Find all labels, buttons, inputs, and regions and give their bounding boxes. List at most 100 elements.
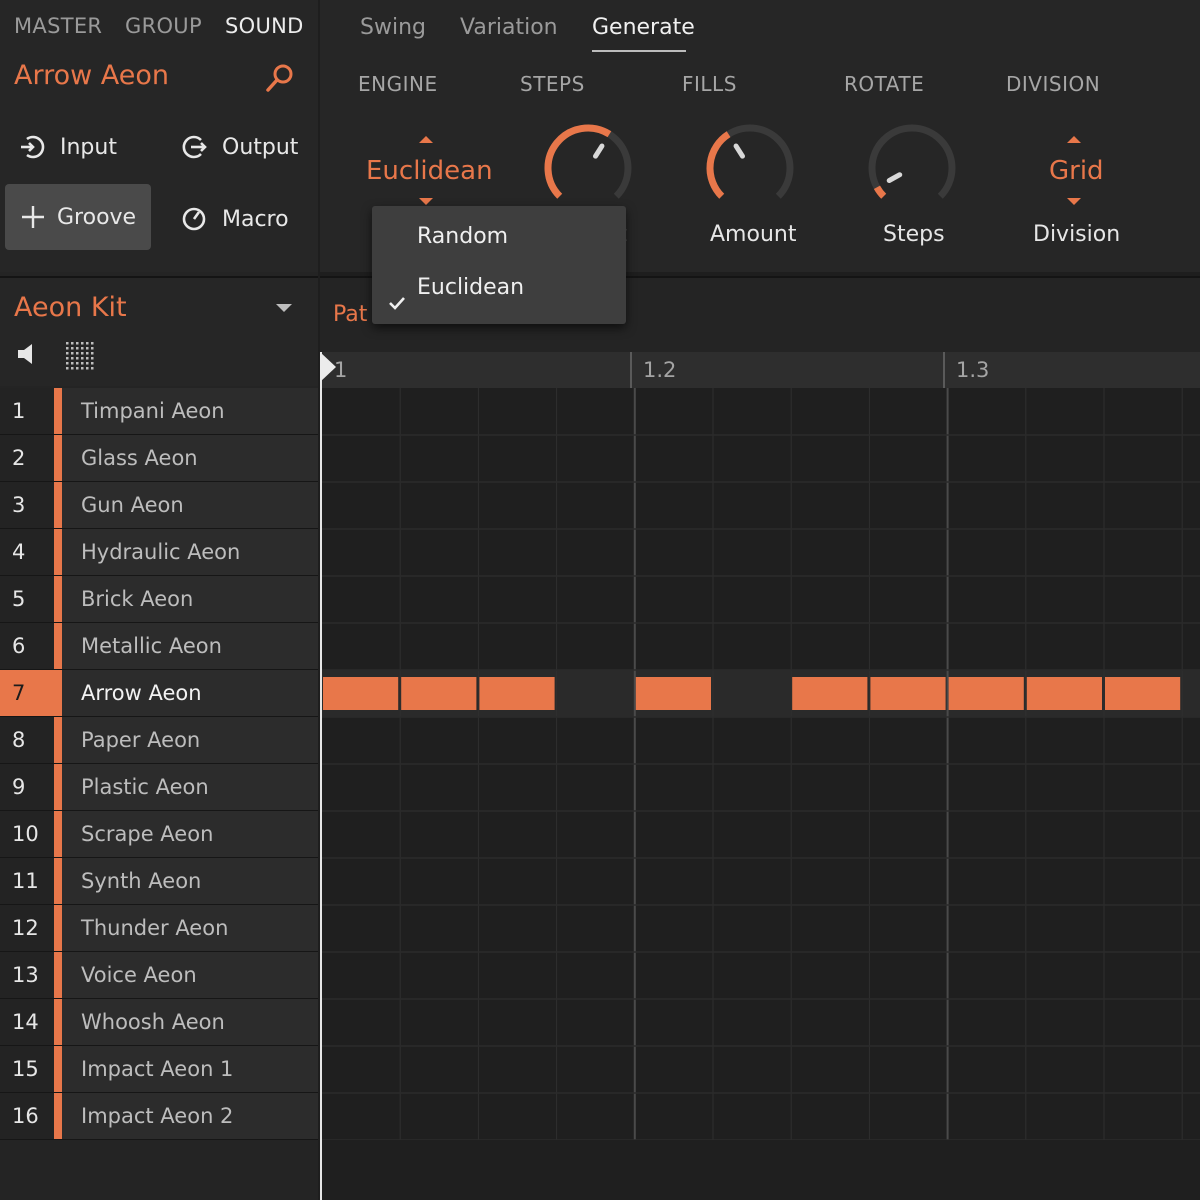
sound-name-label: Hydraulic Aeon — [81, 540, 241, 564]
input-label: Input — [60, 134, 117, 160]
step-note[interactable] — [401, 677, 477, 710]
sound-name-label: Plastic Aeon — [81, 775, 209, 799]
sound-name-label: Scrape Aeon — [81, 822, 214, 846]
ruler-tick — [630, 352, 632, 388]
sound-number: 13 — [0, 952, 54, 998]
rotate-header: ROTATE — [844, 72, 925, 96]
tab-variation[interactable]: Variation — [460, 15, 558, 40]
sound-row[interactable]: 2 Glass Aeon — [0, 435, 318, 482]
input-button[interactable]: Input — [18, 114, 158, 180]
step-note[interactable] — [635, 677, 711, 710]
step-note[interactable] — [792, 677, 868, 710]
sound-row[interactable]: 3 Gun Aeon — [0, 482, 318, 529]
sound-row[interactable]: 4 Hydraulic Aeon — [0, 529, 318, 576]
sound-row[interactable]: 12 Thunder Aeon — [0, 905, 318, 952]
sound-name-label: Glass Aeon — [81, 446, 198, 470]
step-note[interactable] — [1026, 677, 1102, 710]
pad-grid-icon[interactable] — [64, 340, 94, 370]
tab-swing[interactable]: Swing — [360, 15, 426, 40]
sound-color-bar — [54, 529, 62, 575]
playhead-marker-icon[interactable] — [320, 352, 336, 382]
sound-row[interactable]: 11 Synth Aeon — [0, 858, 318, 905]
sound-color-bar — [54, 482, 62, 528]
fills-amount-label: Amount — [710, 222, 797, 247]
sound-row[interactable]: 10 Scrape Aeon — [0, 811, 318, 858]
step-note[interactable] — [1105, 677, 1181, 710]
step-note[interactable] — [323, 677, 399, 710]
sound-color-bar — [54, 905, 62, 951]
grid-empty-area — [322, 1140, 1200, 1200]
sound-color-bar — [54, 435, 62, 481]
ruler-label: 1.2 — [643, 358, 677, 382]
division-label: Division — [1033, 222, 1121, 247]
engine-header: ENGINE — [358, 72, 438, 96]
sound-color-bar — [54, 717, 62, 763]
sound-row[interactable]: 16 Impact Aeon 2 — [0, 1093, 318, 1140]
sound-name-label: Voice Aeon — [81, 963, 197, 987]
speaker-icon[interactable] — [16, 342, 38, 366]
input-icon — [18, 133, 46, 161]
sound-color-bar — [54, 764, 62, 810]
kit-name[interactable]: Aeon Kit — [14, 292, 127, 323]
sound-name-label: Arrow Aeon — [81, 681, 202, 705]
division-header: DIVISION — [1006, 72, 1101, 96]
sound-row[interactable]: 13 Voice Aeon — [0, 952, 318, 999]
pattern-label[interactable]: Pat — [333, 302, 367, 327]
engine-dropdown-menu: Random Euclidean — [372, 206, 626, 324]
output-button[interactable]: Output — [180, 114, 310, 180]
macro-button[interactable]: Macro — [180, 186, 310, 252]
left-panel: MASTER GROUP SOUND Arrow Aeon Input Outp… — [0, 0, 318, 1200]
engine-up-arrow-icon[interactable] — [419, 136, 433, 143]
rotate-steps-label: Steps — [883, 222, 945, 247]
timeline-ruler[interactable]: 1 1.2 1.3 — [320, 352, 1200, 388]
fills-amount-knob[interactable] — [700, 118, 800, 218]
macro-label: Macro — [222, 206, 289, 232]
sound-row[interactable]: 5 Brick Aeon — [0, 576, 318, 623]
sound-color-bar — [54, 576, 62, 622]
sound-name-label: Brick Aeon — [81, 587, 194, 611]
step-note[interactable] — [948, 677, 1024, 710]
division-up-arrow-icon[interactable] — [1067, 136, 1081, 143]
step-note[interactable] — [479, 677, 555, 710]
step-grid[interactable] — [322, 388, 1200, 1140]
sound-number: 6 — [0, 623, 54, 669]
dropdown-option-euclidean[interactable]: Euclidean — [372, 263, 626, 313]
sound-row[interactable]: 8 Paper Aeon — [0, 717, 318, 764]
rotate-steps-knob[interactable] — [862, 118, 962, 218]
engine-down-arrow-icon[interactable] — [419, 198, 433, 205]
division-value[interactable]: Grid — [1049, 156, 1104, 186]
sound-row[interactable]: 9 Plastic Aeon — [0, 764, 318, 811]
sound-row[interactable]: 15 Impact Aeon 1 — [0, 1046, 318, 1093]
sound-number: 12 — [0, 905, 54, 951]
engine-value[interactable]: Euclidean — [366, 156, 493, 186]
sound-name[interactable]: Arrow Aeon — [14, 60, 169, 91]
tab-master[interactable]: MASTER — [14, 14, 102, 38]
dropdown-option-random[interactable]: Random — [372, 212, 626, 262]
tab-group[interactable]: GROUP — [125, 14, 202, 38]
division-down-arrow-icon[interactable] — [1067, 198, 1081, 205]
sound-name-label: Synth Aeon — [81, 869, 202, 893]
tab-generate[interactable]: Generate — [592, 15, 695, 40]
active-tab-indicator — [592, 50, 686, 52]
steps-knob[interactable] — [538, 118, 638, 218]
sound-row[interactable]: 1 Timpani Aeon — [0, 388, 318, 435]
option-label: Euclidean — [417, 275, 525, 300]
playhead[interactable] — [320, 352, 322, 1200]
sound-number: 7 — [0, 670, 54, 716]
sound-number: 16 — [0, 1093, 54, 1139]
search-icon[interactable] — [264, 62, 296, 94]
kit-dropdown-icon[interactable] — [276, 304, 292, 312]
fills-header: FILLS — [682, 72, 737, 96]
macro-knob-icon — [180, 205, 208, 233]
sound-row[interactable]: 14 Whoosh Aeon — [0, 999, 318, 1046]
sound-number: 4 — [0, 529, 54, 575]
sound-number: 2 — [0, 435, 54, 481]
tab-sound[interactable]: SOUND — [225, 14, 304, 38]
sound-header: MASTER GROUP SOUND Arrow Aeon Input Outp… — [0, 0, 318, 272]
step-note[interactable] — [870, 677, 946, 710]
sound-row[interactable]: 6 Metallic Aeon — [0, 623, 318, 670]
sound-color-bar — [54, 811, 62, 857]
sound-name-label: Metallic Aeon — [81, 634, 222, 658]
sound-row[interactable]: 7 Arrow Aeon — [0, 670, 318, 717]
groove-button[interactable]: Groove — [5, 184, 151, 250]
